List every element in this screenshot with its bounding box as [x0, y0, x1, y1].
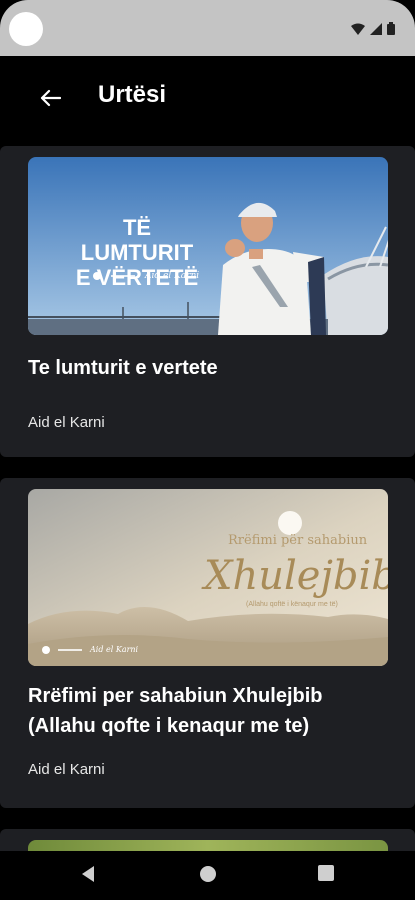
signal-icon	[370, 22, 382, 35]
thumbnail-subtitle: Rrëfimi për sahabiun	[228, 533, 368, 548]
card-author: Aid el Karni	[28, 414, 105, 431]
thumbnail-name: Xhulejbib	[204, 553, 388, 599]
card-thumbnail: Rrëfimi për sahabiun Xhulejbib (Allahu q…	[28, 489, 388, 666]
wifi-icon	[351, 23, 365, 35]
publisher-logo-icon	[93, 272, 101, 280]
card-thumbnail: TË LUMTURIT E VËRTETË Aid el Karni	[28, 157, 388, 335]
thumbnail-title-line1: TË LUMTURIT	[80, 215, 194, 265]
publisher-logo-icon	[42, 645, 50, 654]
screen-record-bubble	[9, 12, 43, 46]
thumbnail-logos: Aid el Karni	[93, 271, 199, 281]
status-bar: 3	[0, 0, 415, 56]
arrow-back-icon	[40, 89, 61, 107]
content-list[interactable]: TË LUMTURIT E VËRTETË Aid el Karni Te lu…	[0, 142, 415, 851]
list-item[interactable]: Rrëfimi për sahabiun Xhulejbib (Allahu q…	[0, 478, 415, 808]
nav-back-icon[interactable]	[80, 865, 96, 883]
battery-icon	[387, 22, 395, 35]
thumbnail-signature: Aid el Karni	[90, 645, 139, 654]
status-icons	[351, 22, 395, 35]
app-bar: Urtësi	[0, 56, 415, 142]
system-nav-bar	[0, 851, 415, 900]
list-item[interactable]	[0, 829, 415, 851]
thumbnail-signature: Aid el Karni	[145, 271, 200, 281]
card-thumbnail	[28, 840, 388, 851]
nav-home-icon[interactable]	[199, 865, 217, 883]
nav-recents-icon[interactable]	[318, 865, 334, 881]
page-title: Urtësi	[98, 81, 167, 108]
back-button[interactable]	[32, 80, 68, 116]
card-title: Te lumturit e vertete	[28, 357, 218, 379]
card-author: Aid el Karni	[28, 761, 105, 778]
card-title: Rrëfimi per sahabiun Xhulejbib (Allahu q…	[28, 685, 323, 737]
thumbnail-logos: Aid el Karni	[42, 645, 138, 654]
thumbnail-note: (Allahu qoftë i kënaqur me të)	[246, 601, 338, 608]
list-item[interactable]: TË LUMTURIT E VËRTETË Aid el Karni Te lu…	[0, 146, 415, 457]
